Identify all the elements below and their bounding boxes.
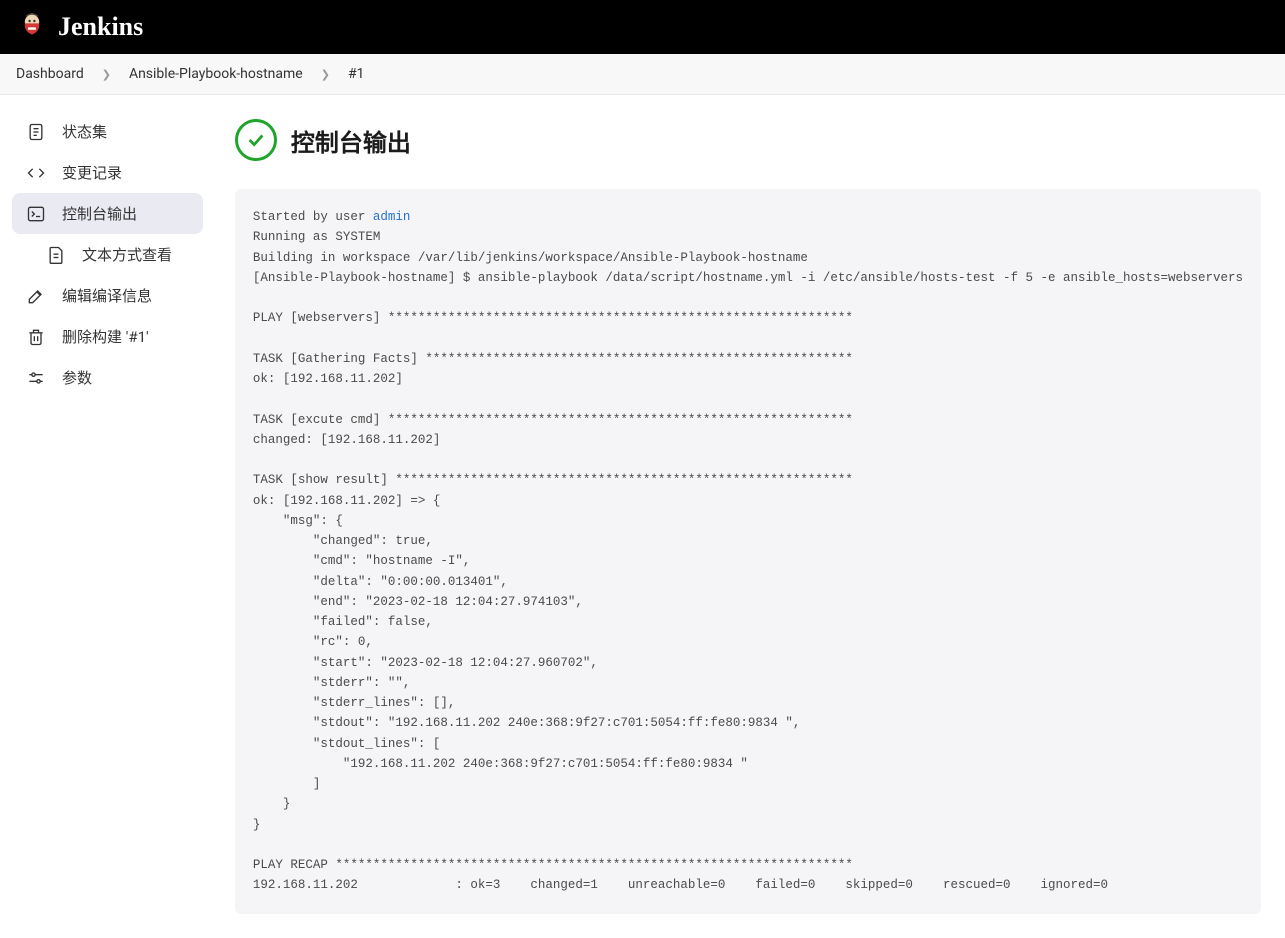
breadcrumb: Dashboard ❯ Ansible-Playbook-hostname ❯ … (0, 54, 1285, 95)
sliders-icon (26, 368, 46, 388)
sidebar-item-label: 文本方式查看 (82, 244, 172, 265)
app-title: Jenkins (58, 12, 143, 42)
sidebar-item-label: 删除构建 '#1' (62, 326, 149, 347)
file-text-icon (46, 245, 66, 265)
success-check-icon (235, 119, 277, 161)
sidebar: 状态集 变更记录 控制台输出 文本方式查看 编辑编译信息 (0, 95, 215, 938)
breadcrumb-job[interactable]: Ansible-Playbook-hostname (129, 66, 303, 82)
sidebar-item-label: 参数 (62, 367, 92, 388)
logo-area[interactable]: Jenkins (16, 9, 143, 45)
chevron-right-icon: ❯ (102, 68, 111, 81)
trash-icon (26, 327, 46, 347)
sidebar-item-label: 控制台输出 (62, 203, 137, 224)
sidebar-item-status[interactable]: 状态集 (12, 111, 203, 152)
top-header: Jenkins (0, 0, 1285, 54)
main-content: 控制台输出 Started by user admin Running as S… (215, 95, 1285, 938)
document-icon (26, 122, 46, 142)
sidebar-item-label: 编辑编译信息 (62, 285, 152, 306)
terminal-icon (26, 204, 46, 224)
sidebar-item-textview[interactable]: 文本方式查看 (12, 234, 203, 275)
page-header: 控制台输出 (235, 119, 1261, 161)
sidebar-item-params[interactable]: 参数 (12, 357, 203, 398)
console-started-prefix: Started by user (253, 210, 373, 224)
edit-icon (26, 286, 46, 306)
console-body: Running as SYSTEM Building in workspace … (253, 230, 1243, 892)
sidebar-item-editbuild[interactable]: 编辑编译信息 (12, 275, 203, 316)
code-icon (26, 163, 46, 183)
breadcrumb-dashboard[interactable]: Dashboard (16, 66, 84, 82)
sidebar-item-changes[interactable]: 变更记录 (12, 152, 203, 193)
sidebar-item-label: 状态集 (62, 121, 107, 142)
sidebar-item-label: 变更记录 (62, 162, 122, 183)
sidebar-item-console[interactable]: 控制台输出 (12, 193, 203, 234)
jenkins-logo-icon (16, 9, 48, 45)
chevron-right-icon: ❯ (321, 68, 330, 81)
page-title: 控制台输出 (291, 123, 411, 158)
sidebar-item-deletebuild[interactable]: 删除构建 '#1' (12, 316, 203, 357)
console-output: Started by user admin Running as SYSTEM … (235, 189, 1261, 914)
main-layout: 状态集 变更记录 控制台输出 文本方式查看 编辑编译信息 (0, 95, 1285, 938)
breadcrumb-build[interactable]: #1 (348, 66, 365, 82)
console-user-link[interactable]: admin (373, 210, 411, 224)
